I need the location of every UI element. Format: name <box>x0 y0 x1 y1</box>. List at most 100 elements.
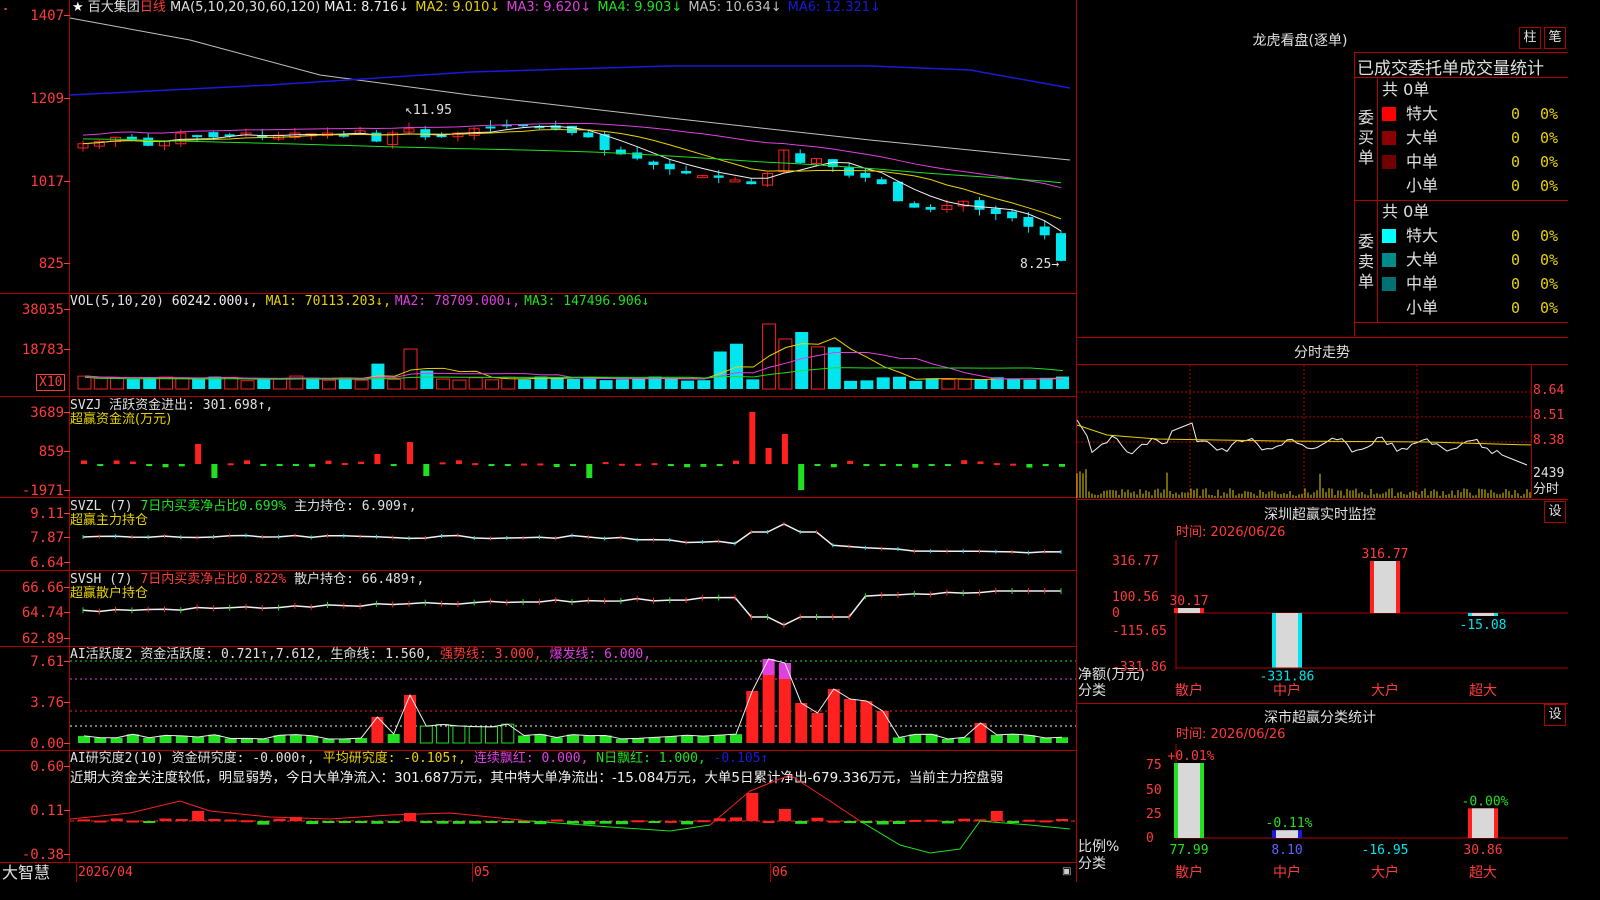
volume-bar-down <box>518 379 532 389</box>
activity-bar <box>78 735 90 743</box>
research-bar <box>306 821 319 825</box>
research-bar <box>175 818 188 821</box>
low-price-note: 8.25→ <box>1020 257 1060 272</box>
monitor-time: 时间: 2026/06/26 <box>1176 525 1286 540</box>
lock-icon[interactable]: ▣ <box>1062 866 1071 877</box>
research-bar <box>615 821 628 825</box>
intraday-chart[interactable] <box>1076 365 1532 498</box>
ma5-line <box>69 17 1071 161</box>
research-bar <box>241 820 253 823</box>
research-bar <box>436 821 449 824</box>
ai1-chart[interactable] <box>70 647 1076 750</box>
volume-chart[interactable] <box>70 294 1076 395</box>
research-bar <box>762 820 775 823</box>
svsh-chart[interactable] <box>70 571 1076 646</box>
buy-row-count: 0 <box>1510 105 1520 123</box>
research-bar <box>681 821 694 825</box>
svzj-bar <box>162 464 169 468</box>
y-tick-label: 66.66 <box>21 580 64 596</box>
sell-total: 共 0单 <box>1382 202 1430 221</box>
candle-body-down <box>1023 216 1034 227</box>
candle-body-down <box>844 167 855 176</box>
svzj-bar <box>178 464 185 467</box>
candle-body-down <box>664 163 675 170</box>
classify-settings-button[interactable]: 设 <box>1544 704 1566 726</box>
volume-bar-down <box>126 379 140 389</box>
y-tick-label: 100.56 <box>1112 590 1159 605</box>
activity-bar <box>893 737 905 743</box>
y-tick-label: 316.77 <box>1112 554 1159 569</box>
sell-row-name: 小单 <box>1406 298 1439 317</box>
activity-bar <box>110 737 123 743</box>
burst-bar-top <box>778 663 791 679</box>
monitor-value-label-2: 316.77 <box>1362 547 1409 562</box>
volume-bar-up <box>436 378 451 390</box>
classify-value-label-3: 30.86 <box>1463 843 1502 858</box>
activity-bar <box>615 738 628 743</box>
ai2-chart[interactable] <box>69 751 1076 862</box>
svzj-bar <box>586 464 593 478</box>
research-bar <box>941 821 954 824</box>
bar-mode-button[interactable]: 柱 <box>1519 27 1541 49</box>
research-bar <box>583 821 596 825</box>
candle-body-down <box>909 203 920 208</box>
svzj-bar <box>423 464 430 476</box>
activity-bar <box>681 735 694 743</box>
monitor-bar-chart[interactable]: 30.17散户-331.86中户316.77大户-15.08超大 <box>1169 540 1568 702</box>
classify-category-1: 中户 <box>1273 864 1301 881</box>
candle-body-down <box>648 161 659 165</box>
research-bar <box>1007 821 1020 823</box>
activity-bar <box>730 734 742 743</box>
activity-bar <box>713 735 726 743</box>
svzj-chart[interactable] <box>70 397 1076 497</box>
volume-bar-down <box>860 380 874 389</box>
research-bar <box>110 818 123 821</box>
buy-row-pct: 0% <box>1540 153 1559 171</box>
candle-body-down <box>860 172 871 178</box>
y-tick-label: -115.65 <box>1112 624 1167 639</box>
research-bar <box>501 821 514 823</box>
classify-value-label-2: -16.95 <box>1362 843 1409 858</box>
candlestick-chart[interactable] <box>69 0 1076 292</box>
activity-bar <box>192 737 205 743</box>
svzj-bar <box>618 463 625 466</box>
svzj-bar <box>488 464 495 466</box>
volume-bar-up <box>110 377 125 390</box>
svzj-bar <box>863 464 870 466</box>
vol-ma2-line <box>84 351 1064 380</box>
activity-bar <box>289 734 302 743</box>
activity-bar <box>322 738 335 743</box>
volume-bar-up <box>273 378 288 390</box>
classify-bar-chart[interactable]: 77.99 +0.01% 散户 8.10 -0.11% 中户 -16.95 大户 30.86 -0… <box>1168 744 1568 882</box>
svzj-bar <box>195 444 202 464</box>
monitor-settings-button[interactable]: 设 <box>1544 501 1566 523</box>
svzl-chart[interactable] <box>70 498 1076 570</box>
volume-bar-down <box>599 380 613 389</box>
volume-bar-up <box>811 346 825 390</box>
research-line-red <box>69 800 531 822</box>
svzj-bar <box>455 460 462 464</box>
vol-unit-badge[interactable]: X10 <box>36 374 66 391</box>
svzj-bar <box>325 460 332 464</box>
classify-category-0: 散户 <box>1175 864 1203 881</box>
research-bar <box>893 821 905 825</box>
svzj-bar <box>390 464 397 466</box>
tick-mode-button[interactable]: 笔 <box>1544 27 1566 49</box>
y-tick-label: -1971 <box>21 483 64 499</box>
research-bar <box>94 820 107 823</box>
svzj-bar <box>1010 463 1017 466</box>
research-bar <box>1023 819 1036 822</box>
activity-bar <box>844 699 857 743</box>
svzj-bar <box>798 464 805 490</box>
candle-body-down <box>126 136 137 140</box>
research-bar <box>192 811 205 821</box>
svzj-bar <box>1042 464 1049 466</box>
activity-bar <box>860 701 873 743</box>
y-tick-label: 7.87 <box>30 530 64 546</box>
research-bar <box>697 820 710 823</box>
research-bar <box>257 821 270 825</box>
monitor-category-0: 散户 <box>1175 682 1203 699</box>
sell-swatch-1 <box>1382 253 1396 267</box>
y-tick-label: 0.00 <box>30 736 64 752</box>
buy-swatch-0 <box>1382 107 1396 121</box>
